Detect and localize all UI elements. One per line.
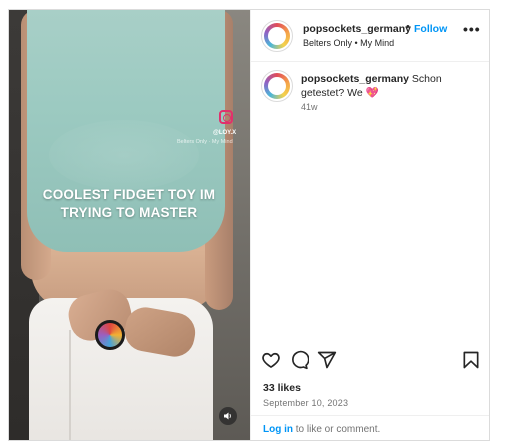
- caption-timestamp[interactable]: 41w: [301, 102, 318, 112]
- action-bar: [251, 350, 489, 372]
- share-icon: [317, 351, 337, 369]
- header-username[interactable]: popsockets_germany: [303, 23, 411, 35]
- post-video[interactable]: @LOY.X Belters Only · My Mind COOLEST FI…: [9, 10, 250, 440]
- caption-text: popsockets_germany Schon getestet? We 💖: [301, 72, 481, 100]
- post-date: September 10, 2023: [263, 398, 349, 408]
- like-button[interactable]: [261, 350, 281, 370]
- share-button[interactable]: [317, 350, 337, 370]
- instagram-icon: [219, 110, 233, 124]
- header-audio-link[interactable]: Belters Only • My Mind: [303, 38, 394, 48]
- header-separator: •: [406, 21, 410, 33]
- video-caption-line-1: COOLEST FIDGET TOY IM: [42, 187, 216, 202]
- heart-emoji: 💖: [365, 87, 379, 99]
- login-prompt: Log in to like or comment.: [263, 424, 380, 435]
- post-header: popsockets_germany • Follow Belters Only…: [251, 10, 489, 62]
- video-overlay-audio: Belters Only · My Mind: [177, 139, 233, 145]
- post-details-panel: popsockets_germany • Follow Belters Only…: [250, 10, 489, 440]
- video-caption-line-2: TRYING TO MASTER: [60, 205, 198, 220]
- heart-icon: [262, 352, 280, 368]
- jeans-seam: [69, 330, 71, 440]
- video-caption: COOLEST FIDGET TOY IM TRYING TO MASTER: [29, 186, 229, 222]
- likes-count[interactable]: 33 likes: [263, 382, 301, 394]
- follow-button[interactable]: Follow: [414, 23, 447, 35]
- comment-button[interactable]: [289, 350, 310, 370]
- account-avatar[interactable]: [261, 20, 293, 52]
- login-link[interactable]: Log in: [263, 424, 293, 435]
- bookmark-icon: [463, 351, 479, 369]
- comment-icon: [292, 350, 310, 370]
- sound-toggle-button[interactable]: [219, 407, 237, 425]
- more-options-button[interactable]: •••: [463, 21, 481, 37]
- comment-avatar[interactable]: [261, 70, 293, 102]
- popsocket-fidget-toy: [95, 320, 125, 350]
- post-modal: @LOY.X Belters Only · My Mind COOLEST FI…: [8, 9, 490, 441]
- crop-top-shading: [49, 120, 199, 190]
- caption-username[interactable]: popsockets_germany: [301, 73, 409, 85]
- login-prompt-rest: to like or comment.: [293, 424, 381, 435]
- login-footer: Log in to like or comment.: [251, 415, 489, 440]
- save-button[interactable]: [461, 350, 481, 370]
- speaker-icon: [224, 412, 231, 420]
- video-overlay-handle: @LOY.X: [213, 130, 237, 136]
